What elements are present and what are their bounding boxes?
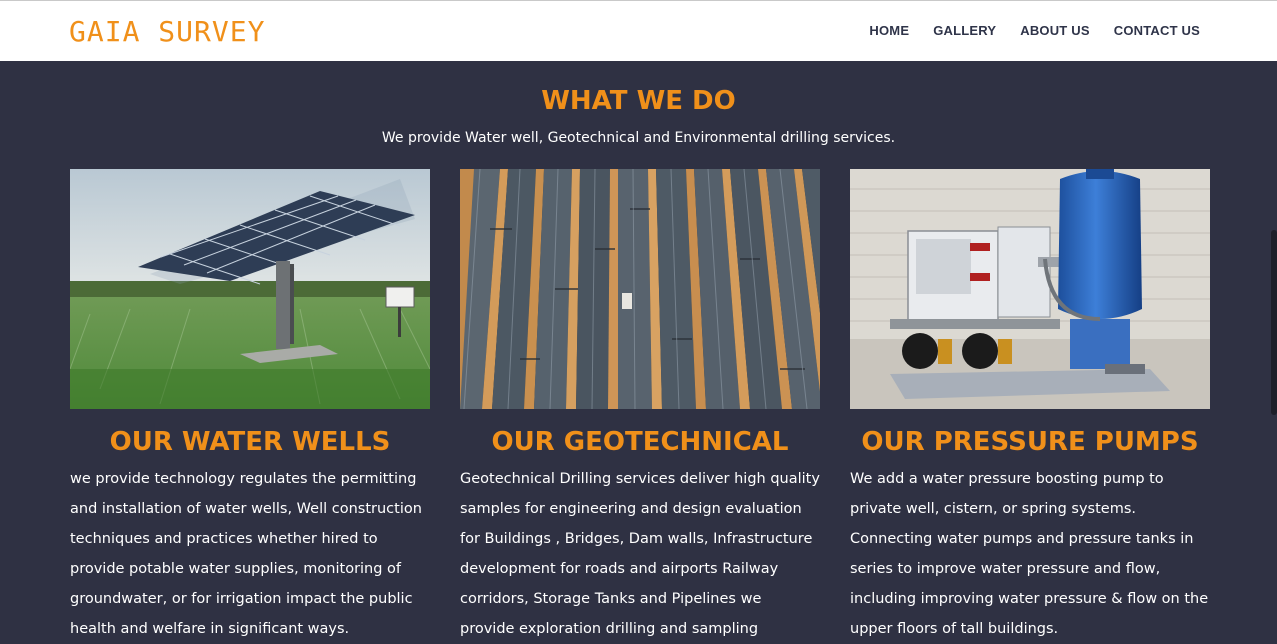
pressure-pump-image — [850, 169, 1210, 409]
nav-gallery[interactable]: GALLERY — [933, 23, 996, 38]
service-card-water-wells: OUR WATER WELLS we provide technology re… — [70, 169, 430, 644]
service-description: we provide technology regulates the perm… — [70, 471, 422, 637]
service-card-geotechnical: OUR GEOTECHNICAL Geotechnical Drilling s… — [460, 169, 820, 644]
scrollbar[interactable] — [1271, 230, 1277, 415]
nav-home[interactable]: HOME — [869, 23, 909, 38]
service-title: OUR WATER WELLS — [109, 427, 391, 457]
nav-contact-us[interactable]: CONTACT US — [1114, 23, 1200, 38]
service-card-pressure-pumps: OUR PRESSURE PUMPS We add a water pressu… — [850, 169, 1210, 644]
site-logo[interactable]: GAIA SURVEY — [69, 16, 265, 48]
nav-about-us[interactable]: ABOUT US — [1020, 23, 1090, 38]
section-subtitle: We provide Water well, Geotechnical and … — [381, 130, 896, 146]
navbar: GAIA SURVEY HOME GALLERY ABOUT US CONTAC… — [0, 1, 1277, 61]
drill-core-image — [460, 169, 820, 409]
service-description: Geotechnical Drilling services deliver h… — [460, 471, 820, 637]
service-title: OUR PRESSURE PUMPS — [861, 427, 1199, 457]
solar-panel-image — [70, 169, 430, 409]
service-description: We add a water pressure boosting pump to… — [850, 471, 1209, 637]
section-title: WHAT WE DO — [541, 86, 736, 116]
main-nav: HOME GALLERY ABOUT US CONTACT US — [869, 23, 1200, 38]
service-title: OUR GEOTECHNICAL — [491, 427, 789, 457]
